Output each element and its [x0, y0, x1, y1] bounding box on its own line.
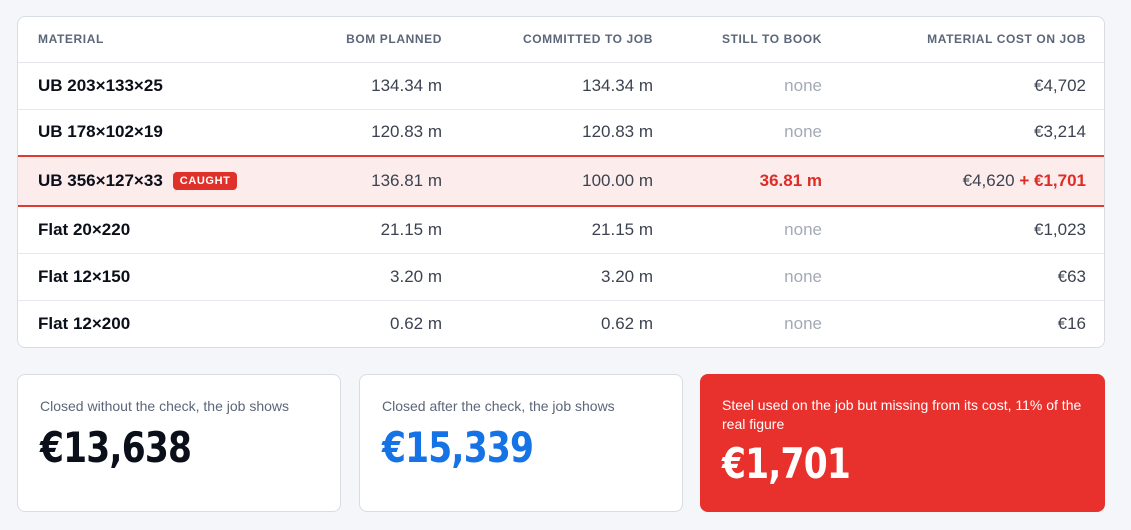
summary-value: €13,638 — [40, 423, 192, 472]
cell-cost: €1,023 — [842, 206, 1104, 254]
cell-still-to-book: none — [673, 206, 842, 254]
cost-base: €4,620 — [962, 171, 1015, 190]
cell-bom-planned: 136.81 m — [300, 155, 462, 207]
cell-still-to-book: none — [673, 62, 842, 110]
cell-material: UB 203×133×25 — [18, 62, 300, 110]
header-material[interactable]: MATERIAL — [18, 17, 300, 63]
cell-cost: €63 — [842, 253, 1104, 301]
table-row[interactable]: Flat 12×150 3.20 m 3.20 m none €63 — [18, 253, 1104, 301]
summary-card-after-check: Closed after the check, the job shows €1… — [359, 374, 683, 512]
cell-cost: €4,702 — [842, 62, 1104, 110]
summary-label: Steel used on the job but missing from i… — [722, 397, 1082, 432]
summary-label: Closed without the check, the job shows — [40, 398, 290, 414]
material-name: UB 356×127×33 — [38, 171, 163, 190]
cell-committed: 0.62 m — [601, 313, 653, 333]
table-row[interactable]: UB 178×102×19 120.83 m 120.83 m none €3,… — [18, 109, 1104, 157]
caught-badge: CAUGHT — [172, 172, 238, 190]
cell-material: UB 178×102×19 — [18, 109, 300, 157]
cell-bom-planned: 21.15 m — [300, 206, 462, 254]
cost-extra: + €1,701 — [1019, 171, 1086, 190]
cell-material: UB 356×127×33 CAUGHT — [18, 155, 300, 207]
summary-value: €1,701 — [722, 439, 851, 488]
cell-committed: 100.00 m — [462, 155, 673, 207]
cell-cost: €16 — [1057, 313, 1086, 333]
table-row-flagged[interactable]: UB 356×127×33 CAUGHT 136.81 m 100.00 m 36… — [18, 155, 1104, 207]
table-row[interactable]: Flat 12×200 0.62 m 0.62 m none €16 — [18, 300, 1104, 347]
cell-still-to-book: none — [784, 313, 822, 333]
cell-still-to-book: 36.81 m — [673, 155, 842, 207]
cell-bom-planned: 134.34 m — [300, 62, 462, 110]
cell-bom-planned: 3.20 m — [300, 253, 462, 301]
summary-card-missing-cost: Steel used on the job but missing from i… — [700, 374, 1105, 512]
materials-table-card: MATERIAL BOM PLANNED COMMITTED TO JOB ST… — [17, 16, 1105, 348]
header-material-cost[interactable]: MATERIAL COST ON JOB — [842, 17, 1104, 63]
summary-card-without-check: Closed without the check, the job shows … — [17, 374, 341, 512]
materials-table: MATERIAL BOM PLANNED COMMITTED TO JOB ST… — [18, 17, 1104, 347]
table-row[interactable]: Flat 20×220 21.15 m 21.15 m none €1,023 — [18, 206, 1104, 254]
table-row[interactable]: UB 203×133×25 134.34 m 134.34 m none €4,… — [18, 62, 1104, 110]
cell-still-to-book: none — [673, 109, 842, 157]
cell-committed: 21.15 m — [462, 206, 673, 254]
summary-label: Closed after the check, the job shows — [382, 398, 615, 414]
header-still-to-book[interactable]: STILL TO BOOK — [673, 17, 842, 63]
header-committed-to-job[interactable]: COMMITTED TO JOB — [462, 17, 673, 63]
cell-cost: €3,214 — [842, 109, 1104, 157]
cell-committed: 134.34 m — [462, 62, 673, 110]
cell-committed: 3.20 m — [462, 253, 673, 301]
cell-material: Flat 12×150 — [18, 253, 300, 301]
cell-bom-planned: 0.62 m — [390, 313, 442, 333]
cell-still-to-book: none — [673, 253, 842, 301]
cell-committed: 120.83 m — [462, 109, 673, 157]
summary-value: €15,339 — [382, 423, 534, 472]
cell-bom-planned: 120.83 m — [300, 109, 462, 157]
cell-material: Flat 20×220 — [18, 206, 300, 254]
cell-cost: €4,620 + €1,701 — [842, 155, 1104, 207]
cell-material: Flat 12×200 — [38, 313, 131, 333]
table-header-row: MATERIAL BOM PLANNED COMMITTED TO JOB ST… — [18, 17, 1104, 63]
header-bom-planned[interactable]: BOM PLANNED — [300, 17, 462, 63]
